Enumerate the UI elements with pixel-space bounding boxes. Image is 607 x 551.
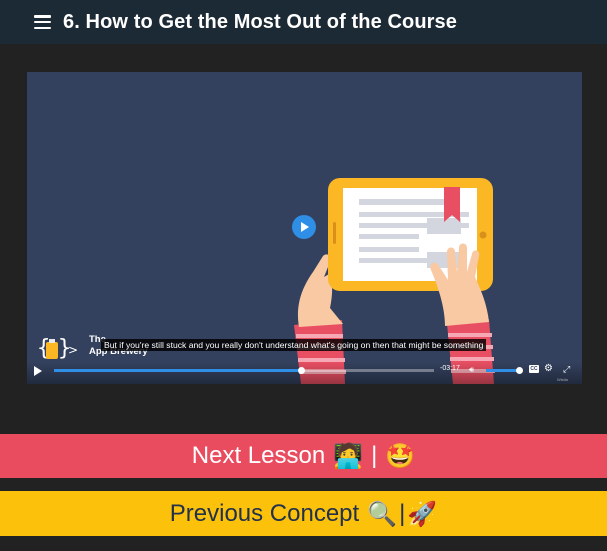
- time-remaining: -03:17: [440, 365, 460, 372]
- star-struck-emoji-icon: 🤩: [385, 442, 416, 470]
- volume-slider[interactable]: [486, 367, 523, 374]
- technologist-emoji-icon: 🧑‍💻: [333, 442, 364, 470]
- magnifying-glass-emoji-icon: 🔍: [367, 499, 398, 528]
- separator: |: [371, 442, 378, 469]
- video-player[interactable]: { } > The App Brewery But if you're stil…: [27, 72, 582, 384]
- progress-fill: [54, 369, 301, 372]
- volume-handle[interactable]: [516, 367, 523, 374]
- lesson-title: 6. How to Get the Most Out of the Course: [63, 10, 457, 33]
- rocket-emoji-icon: 🚀: [407, 499, 438, 528]
- volume-icon[interactable]: 🔊︎: [469, 366, 474, 374]
- video-controls: -03:17 🔊︎ CC ⚙ ⤢ Wistia: [27, 362, 582, 384]
- separator: |: [399, 499, 406, 527]
- subtitle-caption: But if you're still stuck and you really…: [101, 339, 487, 351]
- progress-bar[interactable]: [54, 367, 434, 374]
- next-lesson-button[interactable]: Next Lesson 🧑‍💻 | 🤩: [0, 434, 607, 478]
- previous-concept-label: Previous Concept: [169, 499, 360, 527]
- progress-handle[interactable]: [298, 367, 305, 374]
- fullscreen-icon[interactable]: ⤢: [563, 364, 570, 375]
- next-lesson-label: Next Lesson: [191, 442, 326, 469]
- center-play-button[interactable]: [292, 215, 316, 239]
- hamburger-menu-icon[interactable]: [34, 15, 51, 29]
- previous-concept-button[interactable]: Previous Concept 🔍 | 🚀: [0, 491, 607, 536]
- wistia-logo[interactable]: Wistia: [557, 377, 568, 382]
- captions-icon[interactable]: CC: [529, 365, 539, 373]
- app-brewery-logo: { } >: [37, 336, 78, 361]
- svg-text:>: >: [68, 343, 78, 357]
- top-bar: 6. How to Get the Most Out of the Course: [0, 0, 607, 44]
- gear-icon[interactable]: ⚙: [544, 363, 553, 374]
- volume-fill: [486, 369, 519, 372]
- play-icon: [301, 222, 309, 232]
- play-button[interactable]: [34, 366, 42, 376]
